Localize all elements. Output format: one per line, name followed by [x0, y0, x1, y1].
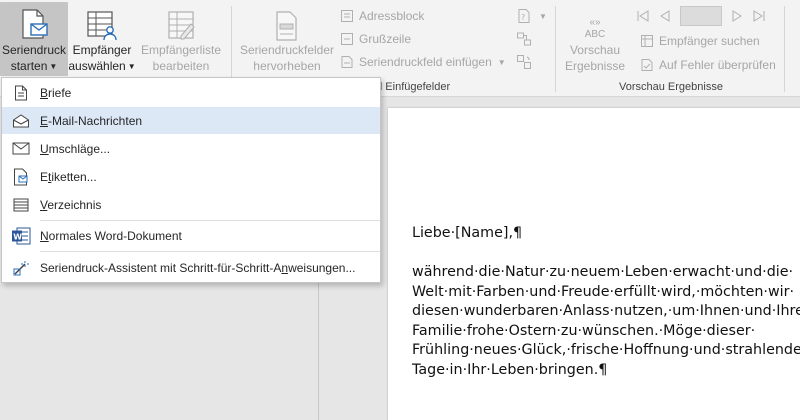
document-line: Frühling·neues·Glück,·frische·Hoffnung·u…	[412, 342, 800, 358]
menu-item-letters-label: Briefe	[40, 85, 72, 100]
greeting-line-icon	[341, 33, 353, 45]
record-navigation	[636, 6, 766, 26]
select-recipients-button[interactable]: Empfänger auswählen ▼	[68, 2, 136, 76]
highlight-merge-fields-icon	[276, 11, 297, 41]
edit-recipient-list-button[interactable]: Empfängerliste bearbeiten	[138, 2, 224, 76]
chevron-down-icon: ▼	[127, 62, 136, 71]
edit-recipient-list-label-2: bearbeiten	[152, 59, 210, 73]
preview-abc-icon: ABC	[584, 29, 606, 40]
start-mail-merge-label-1: Seriendruck	[1, 43, 67, 57]
check-errors-label: Auf Fehler überprüfen	[659, 58, 776, 72]
menu-item-directory[interactable]: Verzeichnis	[2, 191, 380, 218]
start-mail-merge-menu: Briefe E-Mail-Nachrichten Umschläge... E…	[1, 77, 381, 283]
greeting-line-label: Grußzeile	[359, 32, 412, 46]
menu-item-envelopes[interactable]: Umschläge...	[2, 135, 380, 162]
find-recipient-label: Empfänger suchen	[659, 34, 760, 48]
first-record-icon[interactable]	[636, 9, 650, 23]
record-number-field[interactable]	[680, 6, 722, 26]
select-recipients-icon	[87, 11, 117, 41]
match-fields-button[interactable]	[516, 29, 537, 49]
start-mail-merge-button[interactable]: Seriendruck starten ▼	[0, 2, 68, 76]
start-mail-merge-label-2: starten ▼	[10, 59, 58, 73]
group-label-preview: Vorschau Ergebnisse	[619, 81, 723, 93]
labels-icon	[14, 168, 28, 185]
preview-results-button[interactable]: «» ABC Vorschau Ergebnisse	[562, 2, 628, 76]
match-fields-icon	[517, 32, 531, 46]
menu-item-directory-label: Verzeichnis	[40, 197, 102, 212]
group-label-write-insert: nd Einfügefelder	[370, 81, 451, 93]
menu-item-letters[interactable]: Briefe	[2, 79, 380, 106]
document-body[interactable]: Liebe·[Name],¶ während·die·Natur·zu·neue…	[412, 224, 800, 380]
edit-recipient-list-label-1: Empfängerliste	[140, 43, 222, 57]
edit-recipient-list-icon	[168, 11, 195, 40]
highlight-merge-fields-button[interactable]: Seriendruckfelder hervorheben	[238, 2, 336, 76]
insert-merge-field-label: Seriendruckfeld einfügen	[359, 55, 492, 69]
ribbon-separator	[784, 6, 785, 92]
address-block-icon	[341, 10, 353, 22]
menu-separator	[40, 220, 380, 221]
find-recipient-button[interactable]: Empfänger suchen	[640, 31, 760, 51]
preview-results-label-2: Ergebnisse	[564, 59, 626, 73]
document-icon	[15, 85, 27, 100]
next-record-icon[interactable]	[730, 9, 744, 23]
chevron-down-icon: ▼	[539, 11, 547, 21]
document-line: diesen·wunderbaren·Anlass·nutzen,·um·Ihn…	[412, 303, 800, 319]
update-labels-icon	[517, 55, 531, 69]
menu-item-normal-word-document[interactable]: W Normales Word-Dokument	[2, 222, 380, 249]
chevron-down-icon: ▼	[497, 57, 506, 67]
menu-item-labels[interactable]: Etiketten...	[2, 163, 380, 190]
envelope-icon	[12, 142, 30, 155]
menu-item-mail-merge-wizard[interactable]: Seriendruck-Assistent mit Schritt-für-Sc…	[2, 254, 380, 281]
svg-text:W: W	[13, 232, 22, 241]
start-mail-merge-icon	[22, 9, 48, 39]
highlight-merge-fields-label-2: hervorheben	[253, 59, 321, 73]
wizard-icon	[13, 260, 29, 275]
address-block-button[interactable]: Adressblock	[340, 6, 424, 26]
find-recipient-icon	[641, 35, 653, 47]
word-document-icon: W	[12, 227, 31, 244]
document-line: Familie·frohe·Ostern·zu·wünschen.·Möge·d…	[412, 322, 756, 339]
address-block-label: Adressblock	[359, 9, 425, 23]
document-line: Liebe·[Name],¶	[412, 225, 523, 241]
menu-item-email-messages[interactable]: E-Mail-Nachrichten	[2, 107, 380, 134]
rules-icon: ?	[518, 9, 530, 23]
greeting-line-button[interactable]: Grußzeile	[340, 29, 411, 49]
document-line: während·die·Natur·zu·neuem·Leben·erwacht…	[412, 264, 794, 280]
previous-record-icon[interactable]	[658, 9, 672, 23]
directory-icon	[13, 198, 29, 211]
update-labels-button[interactable]	[516, 52, 537, 72]
rules-button[interactable]: ? ▼	[516, 6, 547, 26]
chevron-down-icon: ▼	[49, 62, 58, 71]
check-errors-button[interactable]: Auf Fehler überprüfen	[640, 55, 776, 75]
last-record-icon[interactable]	[752, 9, 766, 23]
preview-results-label-1: Vorschau	[569, 43, 621, 57]
email-envelope-icon	[13, 113, 29, 127]
ribbon-separator	[555, 6, 556, 92]
highlight-merge-fields-label-1: Seriendruckfelder	[239, 43, 335, 57]
document-line: Tage·in·Ihr·Leben·bringen.¶	[412, 361, 608, 378]
check-errors-icon	[641, 59, 653, 71]
insert-merge-field-button[interactable]: Seriendruckfeld einfügen ▼	[340, 52, 506, 72]
menu-item-labels-label: Etiketten...	[40, 169, 97, 184]
menu-item-mail-merge-wizard-label: Seriendruck-Assistent mit Schritt-für-Sc…	[40, 260, 356, 275]
menu-item-email-label: E-Mail-Nachrichten	[40, 113, 143, 128]
preview-arrows-icon: «»	[589, 17, 601, 28]
menu-separator	[40, 251, 380, 252]
select-recipients-label-1: Empfänger	[72, 43, 132, 57]
document-line: Welt·mit·Farben·und·Freude·erfüllt·wird,…	[412, 283, 795, 300]
svg-text:?: ?	[521, 13, 525, 22]
select-recipients-label-2: auswählen ▼	[68, 59, 136, 73]
menu-item-envelopes-label: Umschläge...	[40, 141, 111, 156]
insert-merge-field-icon	[341, 56, 353, 68]
menu-item-normal-word-document-label: Normales Word-Dokument	[40, 228, 182, 243]
